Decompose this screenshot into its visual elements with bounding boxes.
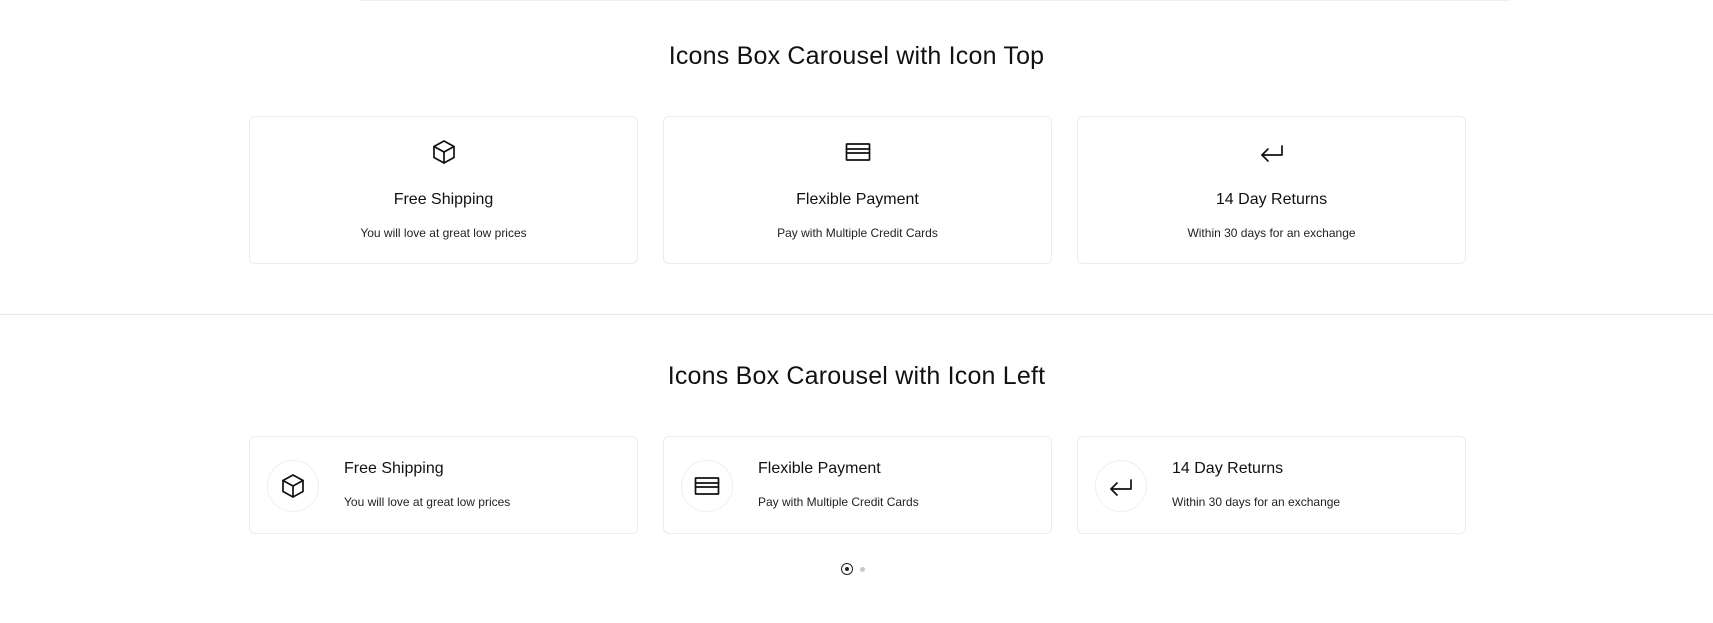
icon-circle bbox=[1095, 460, 1147, 512]
credit-card-icon bbox=[694, 477, 720, 495]
card-title: 14 Day Returns bbox=[1172, 460, 1284, 477]
card-description: Within 30 days for an exchange bbox=[1172, 495, 1341, 509]
feature-card-14-day-returns[interactable]: 14 Day Returns Within 30 days for an exc… bbox=[1077, 116, 1466, 264]
feature-card-free-shipping[interactable]: Free Shipping You will love at great low… bbox=[249, 436, 638, 534]
box-icon bbox=[432, 140, 455, 164]
card-description: You will love at great low prices bbox=[344, 495, 511, 509]
card-title: Free Shipping bbox=[393, 191, 494, 208]
card-description: Pay with Multiple Credit Cards bbox=[758, 495, 919, 509]
feature-card-flexible-payment[interactable]: Flexible Payment Pay with Multiple Credi… bbox=[663, 436, 1052, 534]
return-arrow-icon bbox=[1110, 479, 1132, 496]
section-title-icon-left: Icons Box Carousel with Icon Left bbox=[667, 362, 1046, 390]
card-title: Free Shipping bbox=[344, 460, 444, 477]
feature-card-free-shipping[interactable]: Free Shipping You will love at great low… bbox=[249, 116, 638, 264]
pagination-dot-active[interactable] bbox=[841, 563, 853, 575]
credit-card-icon bbox=[845, 143, 870, 161]
carousel-icon-top: Free Shipping You will love at great low… bbox=[249, 116, 1466, 264]
feature-card-14-day-returns[interactable]: 14 Day Returns Within 30 days for an exc… bbox=[1077, 436, 1466, 534]
feature-card-flexible-payment[interactable]: Flexible Payment Pay with Multiple Credi… bbox=[663, 116, 1052, 264]
icon-circle bbox=[267, 460, 319, 512]
return-arrow-icon bbox=[1260, 145, 1283, 162]
section-divider bbox=[0, 314, 1713, 315]
icon-circle bbox=[681, 460, 733, 512]
card-description: Within 30 days for an exchange bbox=[1187, 226, 1356, 240]
card-title: 14 Day Returns bbox=[1215, 191, 1328, 208]
pagination-dot[interactable] bbox=[860, 566, 865, 572]
box-icon bbox=[282, 474, 304, 498]
card-title: Flexible Payment bbox=[796, 191, 919, 208]
section-title-icon-top: Icons Box Carousel with Icon Top bbox=[668, 42, 1045, 70]
card-description: Pay with Multiple Credit Cards bbox=[777, 226, 938, 240]
carousel-pagination bbox=[841, 563, 865, 575]
carousel-icon-left: Free Shipping You will love at great low… bbox=[249, 436, 1466, 534]
card-description: You will love at great low prices bbox=[360, 226, 527, 240]
top-divider bbox=[360, 0, 1510, 1]
card-title: Flexible Payment bbox=[758, 460, 881, 477]
